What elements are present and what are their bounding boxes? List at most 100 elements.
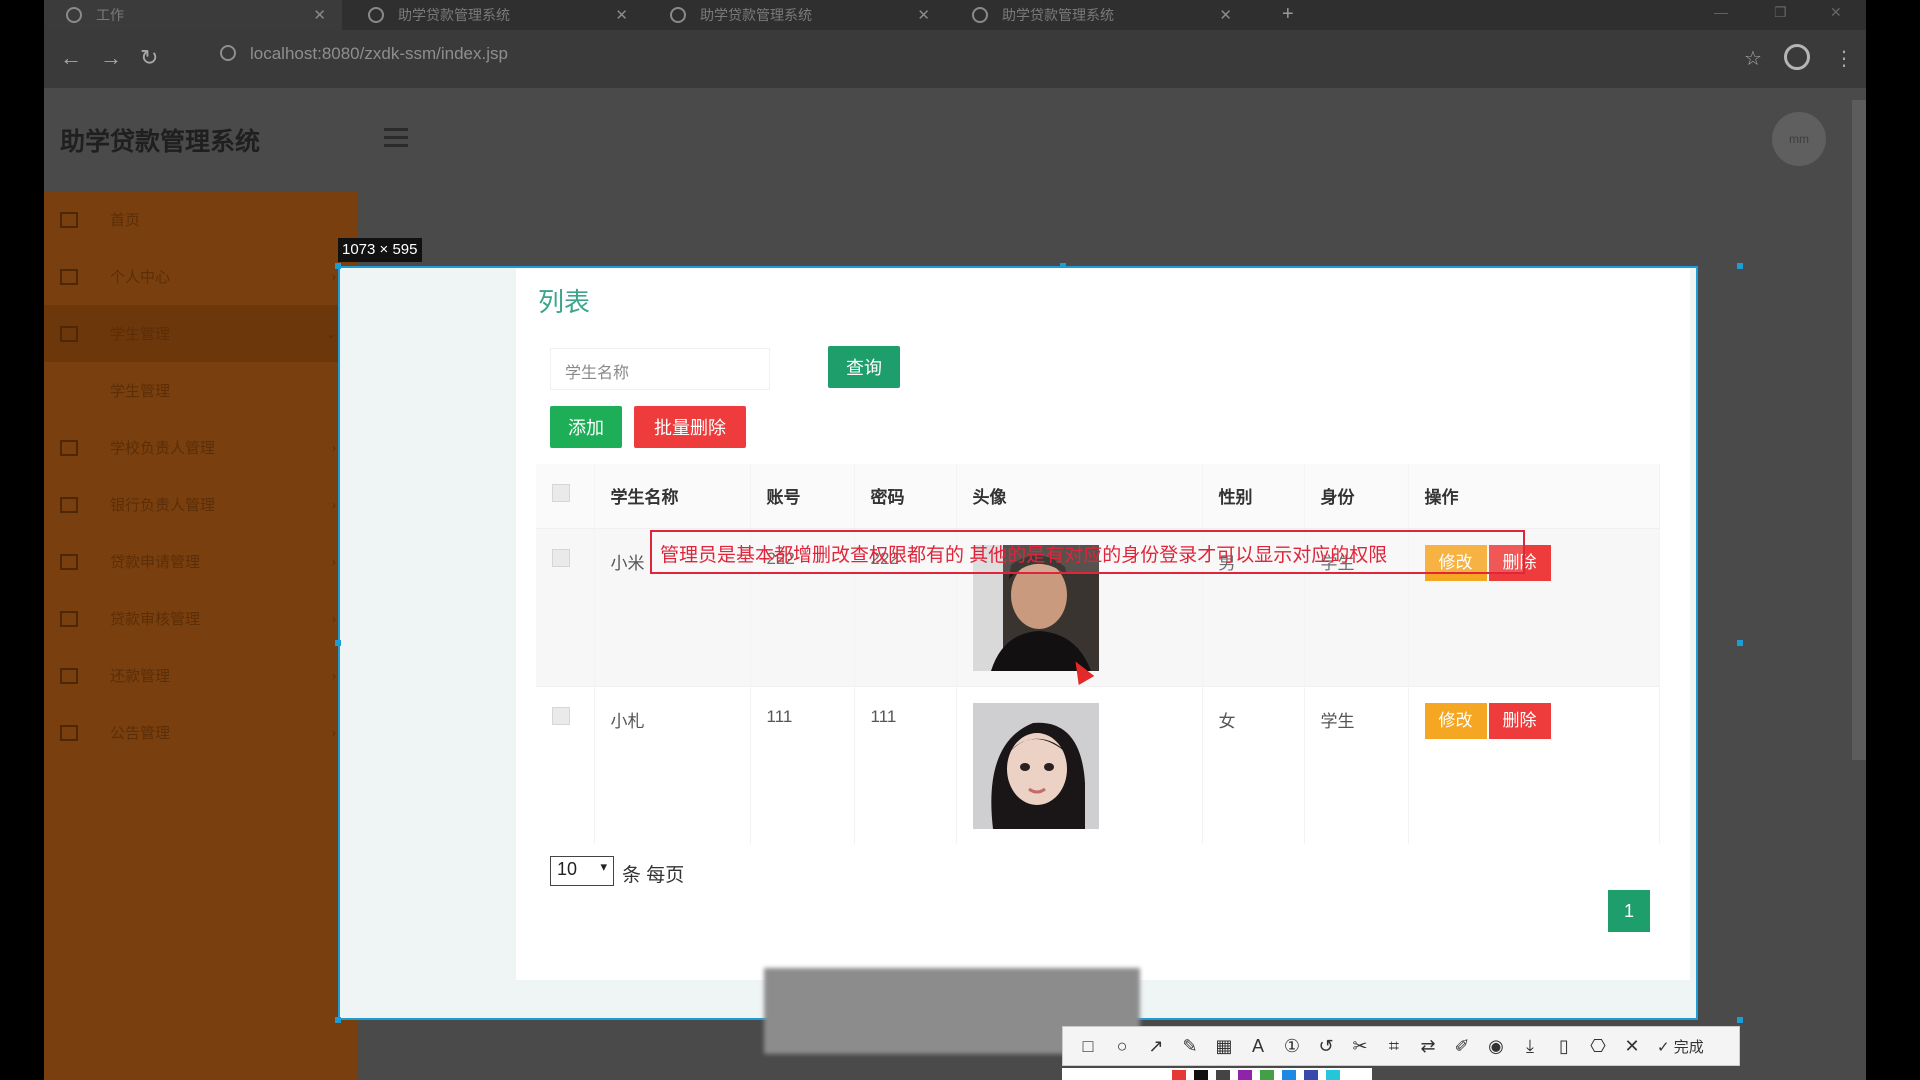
browser-tab-2[interactable]: 助学贷款管理系统 ✕ xyxy=(346,0,644,30)
rectangle-icon[interactable]: □ xyxy=(1071,1036,1105,1057)
page-size-value: 10 xyxy=(557,859,578,879)
sidebar-item-loan-review[interactable]: 贷款审核管理 › xyxy=(44,590,358,647)
batch-delete-button[interactable]: 批量删除 xyxy=(634,406,746,448)
sidebar-item-bank-manager[interactable]: 银行负责人管理 › xyxy=(44,476,358,533)
color-swatch[interactable] xyxy=(1326,1070,1340,1080)
selection-handle[interactable] xyxy=(1737,263,1743,269)
record-icon[interactable]: ◉ xyxy=(1479,1036,1513,1057)
chevron-icon: ⌄ xyxy=(325,326,336,341)
column-header[interactable]: 学生名称 xyxy=(594,464,751,528)
close-icon[interactable]: ✕ xyxy=(1615,1036,1649,1057)
page-number-button[interactable]: 1 xyxy=(1608,890,1650,932)
close-tab-icon[interactable]: ✕ xyxy=(1219,6,1232,24)
menu-icon xyxy=(60,724,78,741)
sidebar-item-profile[interactable]: 个人中心 › xyxy=(44,248,358,305)
sidebar-item-students[interactable]: 学生管理 ⌄ xyxy=(44,305,358,362)
back-icon[interactable]: ← xyxy=(60,45,82,71)
row-checkbox[interactable] xyxy=(552,548,570,567)
student-photo xyxy=(972,702,1099,829)
browser-tab-1[interactable]: 工作 ✕ xyxy=(44,0,342,30)
selection-handle[interactable] xyxy=(1737,1017,1743,1023)
menu-icon xyxy=(60,439,78,456)
profile-icon[interactable] xyxy=(1784,44,1810,70)
delete-button[interactable]: 删除 xyxy=(1488,702,1551,739)
row-checkbox[interactable] xyxy=(552,706,570,725)
color-swatch[interactable] xyxy=(1260,1070,1274,1080)
close-tab-icon[interactable]: ✕ xyxy=(917,6,930,24)
close-window-icon[interactable]: ✕ xyxy=(1830,4,1842,21)
maximize-icon[interactable]: ❐ xyxy=(1774,4,1787,21)
close-tab-icon[interactable]: ✕ xyxy=(313,6,326,24)
page-size-select[interactable]: 10 ▾ xyxy=(550,856,614,886)
selection-handle[interactable] xyxy=(335,1017,341,1023)
sidebar: 首页 个人中心 › 学生管理 ⌄ 学生管理 学校负责人管理 › 银行负责人管理 … xyxy=(44,191,358,1080)
site-info-icon[interactable] xyxy=(220,45,236,61)
chevron-icon: › xyxy=(332,440,336,455)
forward-icon[interactable]: → xyxy=(100,45,122,71)
sidebar-item-loan-apply[interactable]: 贷款申请管理 › xyxy=(44,533,358,590)
done-button[interactable]: ✓ 完成 xyxy=(1657,1036,1704,1057)
color-swatch[interactable] xyxy=(1194,1070,1208,1080)
text-icon[interactable]: A xyxy=(1241,1036,1275,1057)
color-swatch[interactable] xyxy=(1238,1070,1252,1080)
capture-size-label: 1073 × 595 xyxy=(338,238,422,262)
chevron-icon: › xyxy=(332,554,336,569)
select-all-checkbox[interactable] xyxy=(552,484,570,503)
bookmark-star-icon[interactable]: ☆ xyxy=(1744,46,1762,71)
column-header[interactable]: 账号 xyxy=(750,464,855,528)
reload-icon[interactable]: ↻ xyxy=(140,45,158,71)
search-input[interactable]: 学生名称 xyxy=(550,348,770,390)
sidebar-subitem-students[interactable]: 学生管理 xyxy=(44,362,358,419)
ellipse-icon[interactable]: ○ xyxy=(1105,1036,1139,1057)
new-tab-button[interactable]: + xyxy=(1282,3,1294,26)
sidebar-item-notice[interactable]: 公告管理 › xyxy=(44,704,358,761)
sidebar-item-repayment[interactable]: 还款管理 › xyxy=(44,647,358,704)
menu-icon xyxy=(60,268,78,285)
column-header[interactable]: 密码 xyxy=(854,464,957,528)
pin2-icon[interactable]: ✐ xyxy=(1445,1036,1479,1057)
save-icon[interactable]: ▯ xyxy=(1547,1036,1581,1057)
user-avatar[interactable]: mm xyxy=(1772,112,1826,166)
ocr-icon[interactable]: ⌗ xyxy=(1377,1036,1411,1057)
edit-button[interactable]: 修改 xyxy=(1424,702,1487,739)
column-header[interactable]: 身份 xyxy=(1304,464,1409,528)
number-icon[interactable]: ① xyxy=(1275,1036,1309,1057)
browser-tab-3[interactable]: 助学贷款管理系统 ✕ xyxy=(648,0,946,30)
selection-handle[interactable] xyxy=(1737,640,1743,646)
translate-icon[interactable]: ⇄ xyxy=(1411,1036,1445,1057)
color-swatch[interactable] xyxy=(1216,1070,1230,1080)
menu-kebab-icon[interactable]: ⋮ xyxy=(1834,46,1854,71)
column-header[interactable]: 性别 xyxy=(1202,464,1305,528)
page-scrollbar[interactable] xyxy=(1852,100,1866,760)
close-tab-icon[interactable]: ✕ xyxy=(615,6,628,24)
color-swatch[interactable] xyxy=(1282,1070,1296,1080)
selection-handle[interactable] xyxy=(335,263,341,269)
globe-icon xyxy=(368,7,384,23)
selection-handle[interactable] xyxy=(335,640,341,646)
url-field[interactable]: localhost:8080/zxdk-ssm/index.jsp xyxy=(220,44,508,64)
hamburger-menu-icon[interactable] xyxy=(384,128,408,152)
query-button[interactable]: 查询 xyxy=(828,346,900,388)
color-swatch[interactable] xyxy=(1304,1070,1318,1080)
bookmark-icon[interactable]: ⎔ xyxy=(1581,1036,1615,1057)
pin-icon[interactable]: ✂ xyxy=(1343,1036,1377,1057)
download-icon[interactable]: ⤓ xyxy=(1513,1036,1547,1057)
pen-icon[interactable]: ✎ xyxy=(1173,1036,1207,1057)
column-header[interactable]: 头像 xyxy=(956,464,1203,528)
chevron-icon: › xyxy=(332,725,336,740)
arrow-icon[interactable]: ↗ xyxy=(1139,1036,1173,1057)
undo-icon[interactable]: ↺ xyxy=(1309,1036,1343,1057)
minimize-icon[interactable]: — xyxy=(1714,4,1728,20)
menu-icon xyxy=(60,667,78,684)
color-swatch[interactable] xyxy=(1172,1070,1186,1080)
mosaic-icon[interactable]: ▦ xyxy=(1207,1036,1241,1057)
sidebar-item-home[interactable]: 首页 xyxy=(44,191,358,248)
tab-bar: 工作 ✕ 助学贷款管理系统 ✕ 助学贷款管理系统 ✕ 助学贷款管理系统 ✕ + … xyxy=(44,0,1866,30)
browser-tab-4[interactable]: 助学贷款管理系统 ✕ xyxy=(950,0,1248,30)
student-name: 小札 xyxy=(594,685,751,844)
page-size-label: 条 每页 xyxy=(622,865,685,886)
url-text: localhost:8080/zxdk-ssm/index.jsp xyxy=(250,44,508,63)
add-button[interactable]: 添加 xyxy=(550,406,622,448)
globe-icon xyxy=(670,7,686,23)
sidebar-item-school-manager[interactable]: 学校负责人管理 › xyxy=(44,419,358,476)
